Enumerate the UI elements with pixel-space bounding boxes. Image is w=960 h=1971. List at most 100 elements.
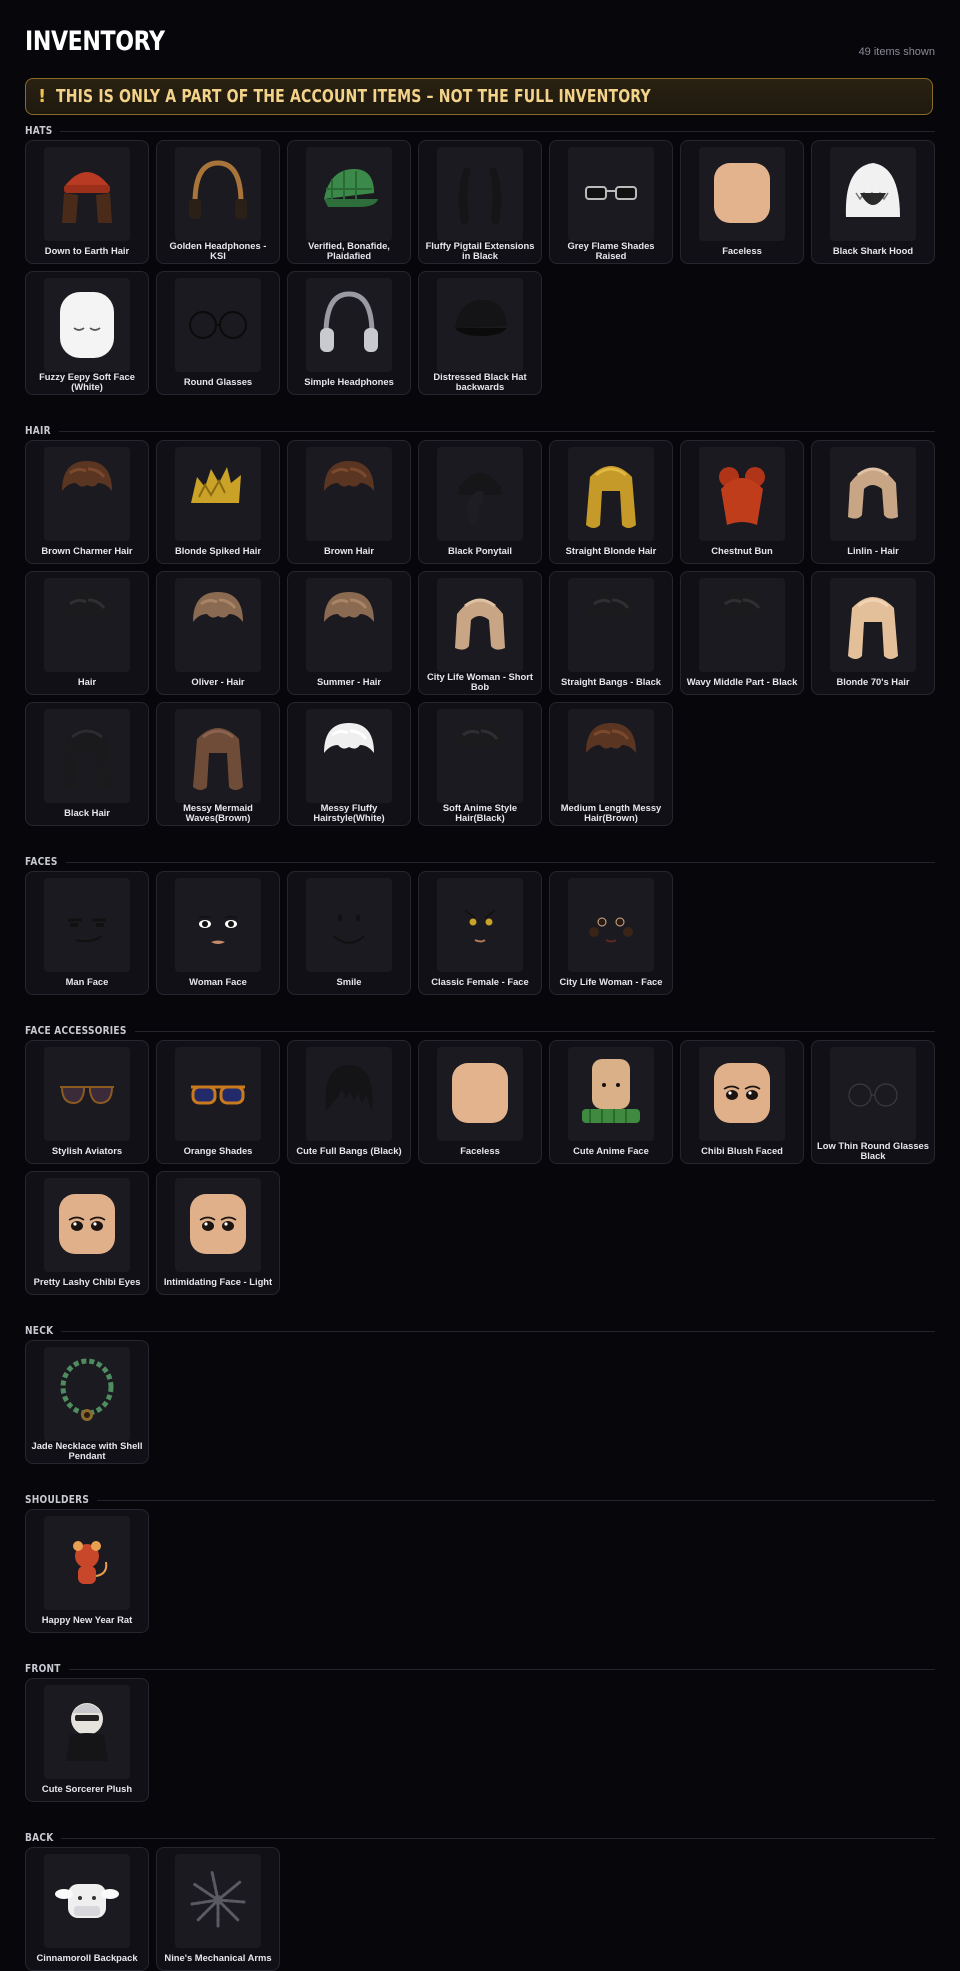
hair-white-icon — [306, 709, 392, 803]
item-card[interactable]: Orange Shades — [156, 1040, 280, 1164]
item-card[interactable]: Blonde Spiked Hair — [156, 440, 280, 564]
item-card[interactable]: Oliver - Hair — [156, 571, 280, 695]
item-name: Black Shark Hood — [832, 244, 914, 256]
item-card[interactable]: Round Glasses — [156, 271, 280, 395]
man-face-icon — [44, 878, 130, 972]
item-name: Straight Blonde Hair — [565, 544, 657, 556]
item-card[interactable]: Smile — [287, 871, 411, 995]
item-card[interactable]: Intimidating Face - Light — [156, 1171, 280, 1295]
city-face-icon — [568, 878, 654, 972]
item-card[interactable]: Simple Headphones — [287, 271, 411, 395]
item-card[interactable]: Chibi Blush Faced — [680, 1040, 804, 1164]
item-card[interactable]: Hair — [25, 571, 149, 695]
item-name: Down to Earth Hair — [44, 244, 130, 256]
female-face-icon — [437, 878, 523, 972]
section-label: FACE ACCESSORIES — [25, 1024, 127, 1037]
item-name: Fluffy Pigtail Extensions in Black — [425, 239, 535, 261]
chibi-face-icon — [175, 1178, 261, 1272]
thin-glasses-icon — [830, 1047, 916, 1141]
item-name: Faceless — [722, 244, 762, 256]
section-label: FACES — [25, 855, 58, 868]
section-divider — [58, 431, 935, 432]
white-mask-icon — [44, 278, 130, 372]
item-card[interactable]: Woman Face — [156, 871, 280, 995]
item-card[interactable]: Brown Hair — [287, 440, 411, 564]
section-label: BACK — [25, 1831, 54, 1844]
item-card[interactable]: Pretty Lashy Chibi Eyes — [25, 1171, 149, 1295]
item-card[interactable]: Nine's Mechanical Arms — [156, 1847, 280, 1971]
item-card[interactable]: City Life Woman - Short Bob — [418, 571, 542, 695]
warning-icon: ! — [38, 86, 47, 107]
item-card[interactable]: Straight Blonde Hair — [549, 440, 673, 564]
inventory-page: INVENTORY 49 items shown ! THIS IS ONLY … — [25, 0, 935, 1971]
item-name: Straight Bangs - Black — [560, 675, 662, 687]
item-card[interactable]: Cute Anime Face — [549, 1040, 673, 1164]
chibi-face-icon — [699, 1047, 785, 1141]
headphones-gold-icon — [175, 147, 261, 241]
hair-red-bun-icon — [699, 447, 785, 541]
item-card[interactable]: City Life Woman - Face — [549, 871, 673, 995]
hair-wavy-blonde-icon — [830, 578, 916, 672]
hair-bob-light-icon — [437, 578, 523, 672]
item-card[interactable]: Straight Bangs - Black — [549, 571, 673, 695]
section-face-accessories: FACE ACCESSORIES Stylish Aviators Orange S… — [25, 1024, 935, 1295]
item-card[interactable]: Cute Full Bangs (Black) — [287, 1040, 411, 1164]
section-neck: NECK Jade Necklace with Shell Pendant — [25, 1324, 935, 1464]
section-label: HAIR — [25, 424, 51, 437]
page-header: INVENTORY 49 items shown — [25, 0, 935, 68]
item-name: Chestnut Bun — [711, 544, 773, 556]
backpack-icon — [44, 1854, 130, 1948]
item-card[interactable]: Fuzzy Eepy Soft Face (White) — [25, 271, 149, 395]
aviators-icon — [44, 1047, 130, 1141]
item-card[interactable]: Happy New Year Rat — [25, 1509, 149, 1633]
item-card[interactable]: Summer - Hair — [287, 571, 411, 695]
item-card[interactable]: Grey Flame Shades Raised — [549, 140, 673, 264]
item-card[interactable]: Down to Earth Hair — [25, 140, 149, 264]
item-card[interactable]: Wavy Middle Part - Black — [680, 571, 804, 695]
item-name: Cinnamoroll Backpack — [36, 1951, 138, 1963]
item-card[interactable]: Brown Charmer Hair — [25, 440, 149, 564]
notice-banner: ! THIS IS ONLY A PART OF THE ACCOUNT ITE… — [25, 78, 933, 115]
item-card[interactable]: Man Face — [25, 871, 149, 995]
item-name: Smile — [336, 975, 362, 987]
item-card[interactable]: Cinnamoroll Backpack — [25, 1847, 149, 1971]
item-card[interactable]: Linlin - Hair — [811, 440, 935, 564]
item-card[interactable]: Black Ponytail — [418, 440, 542, 564]
item-name: Black Ponytail — [447, 544, 513, 556]
item-card[interactable]: Faceless — [680, 140, 804, 264]
section-front: FRONT Cute Sorcerer Plush — [25, 1662, 935, 1802]
item-card[interactable]: Black Shark Hood — [811, 140, 935, 264]
item-name: Brown Charmer Hair — [41, 544, 133, 556]
anime-face-icon — [568, 1047, 654, 1141]
item-card[interactable]: Low Thin Round Glasses Black — [811, 1040, 935, 1164]
item-card[interactable]: Jade Necklace with Shell Pendant — [25, 1340, 149, 1464]
item-name: City Life Woman - Face — [559, 975, 663, 987]
item-card[interactable]: Verified, Bonafide, Plaidafied — [287, 140, 411, 264]
item-name: Classic Female - Face — [431, 975, 529, 987]
item-card[interactable]: Golden Headphones - KSI — [156, 140, 280, 264]
item-card[interactable]: Cute Sorcerer Plush — [25, 1678, 149, 1802]
item-card[interactable]: Blonde 70's Hair — [811, 571, 935, 695]
item-card[interactable]: Messy Fluffy Hairstyle(White) — [287, 702, 411, 826]
item-card[interactable]: Distressed Black Hat backwards — [418, 271, 542, 395]
smile-face-icon — [306, 878, 392, 972]
item-card[interactable]: Faceless — [418, 1040, 542, 1164]
rat-icon — [44, 1516, 130, 1610]
beanie-hair-icon — [44, 147, 130, 241]
item-name: Cute Anime Face — [573, 1144, 649, 1156]
item-name: Brown Hair — [323, 544, 374, 556]
item-card[interactable]: Classic Female - Face — [418, 871, 542, 995]
item-name: Black Hair — [64, 806, 110, 818]
item-card[interactable]: Black Hair — [25, 702, 149, 826]
item-card[interactable]: Soft Anime Style Hair(Black) — [418, 702, 542, 826]
hair-light-brown-icon — [175, 578, 261, 672]
item-card[interactable]: Messy Mermaid Waves(Brown) — [156, 702, 280, 826]
item-name: Soft Anime Style Hair(Black) — [442, 801, 518, 823]
item-name: Oliver - Hair — [191, 675, 245, 687]
item-card[interactable]: Medium Length Messy Hair(Brown) — [549, 702, 673, 826]
item-card[interactable]: Chestnut Bun — [680, 440, 804, 564]
item-card[interactable]: Stylish Aviators — [25, 1040, 149, 1164]
item-name: Blonde 70's Hair — [836, 675, 910, 687]
item-card[interactable]: Fluffy Pigtail Extensions in Black — [418, 140, 542, 264]
item-name: Messy Mermaid Waves(Brown) — [183, 801, 253, 823]
